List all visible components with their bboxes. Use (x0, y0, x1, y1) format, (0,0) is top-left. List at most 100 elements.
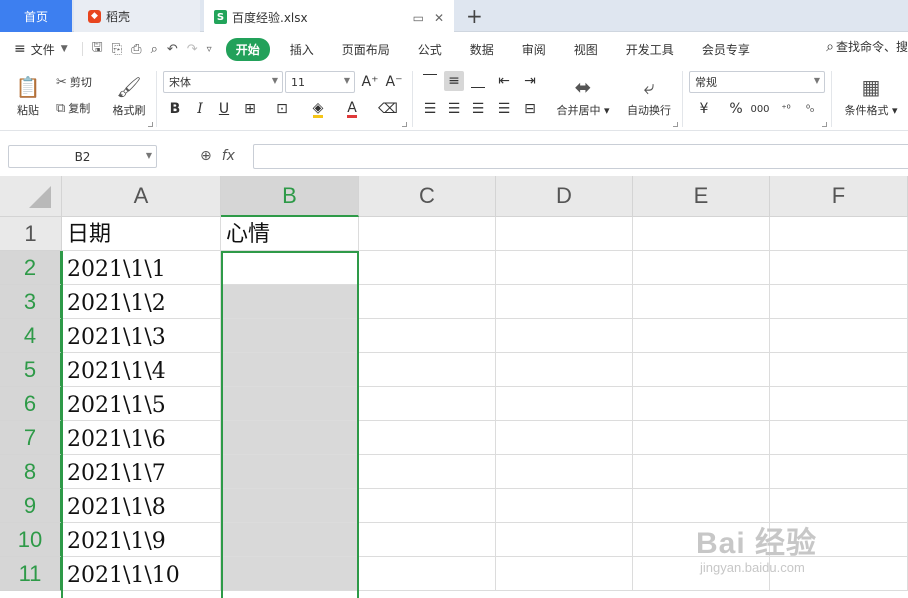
alignment-group-launcher[interactable] (673, 122, 678, 127)
cell-B7[interactable] (221, 421, 359, 455)
format-painter-button[interactable]: 🖌 格式刷 (108, 71, 150, 123)
row-header[interactable]: 9 (0, 489, 62, 523)
name-box[interactable]: B2 ▼ (8, 145, 157, 168)
cell-C4[interactable] (359, 319, 496, 353)
currency-icon[interactable]: ¥ (694, 99, 714, 119)
font-group-launcher[interactable] (402, 122, 407, 127)
row-header[interactable]: 8 (0, 455, 62, 489)
tab-data[interactable]: 数据 (456, 41, 508, 58)
cell-B2[interactable] (221, 251, 359, 285)
row-header[interactable]: 5 (0, 353, 62, 387)
tab-review[interactable]: 审阅 (508, 41, 560, 58)
font-name-select[interactable]: 宋体 ▼ (163, 71, 283, 93)
column-header[interactable]: C (359, 176, 496, 217)
align-middle-icon[interactable]: ≡ (444, 71, 464, 91)
cell-A4[interactable]: 2021\1\3 (62, 319, 221, 353)
cell-D6[interactable] (496, 387, 633, 421)
merge-style-icon[interactable]: ⊡ (272, 99, 292, 119)
cell-D3[interactable] (496, 285, 633, 319)
cell-B10[interactable] (221, 523, 359, 557)
cell-E4[interactable] (633, 319, 770, 353)
merge-center-button[interactable]: ⬌ 合并居中 ▾ (550, 71, 616, 123)
row-header[interactable]: 10 (0, 523, 62, 557)
cell-B8[interactable] (221, 455, 359, 489)
distributed-icon[interactable]: ⊟ (520, 99, 540, 119)
select-all-corner[interactable] (0, 176, 62, 217)
clipboard-group-launcher[interactable] (148, 122, 153, 127)
cell-C3[interactable] (359, 285, 496, 319)
number-group-launcher[interactable] (822, 122, 827, 127)
column-header[interactable]: A (62, 176, 221, 217)
tab-home[interactable]: 首页 (0, 0, 72, 32)
cell-E2[interactable] (633, 251, 770, 285)
column-header[interactable]: F (770, 176, 908, 217)
cell-A9[interactable]: 2021\1\8 (62, 489, 221, 523)
row-header[interactable]: 4 (0, 319, 62, 353)
cell-C11[interactable] (359, 557, 496, 591)
cell-F5[interactable] (770, 353, 908, 387)
cell-D11[interactable] (496, 557, 633, 591)
export-icon[interactable]: ⎘ (112, 42, 122, 57)
cell-F6[interactable] (770, 387, 908, 421)
cell-C5[interactable] (359, 353, 496, 387)
indent-decrease-icon[interactable]: ⇤ (494, 71, 514, 91)
cell-C6[interactable] (359, 387, 496, 421)
border-icon[interactable]: ⊞ (240, 99, 260, 119)
decrease-font-icon[interactable]: A⁻ (384, 72, 404, 92)
copy-button[interactable]: ⧉ 复制 (56, 99, 90, 117)
cell-A3[interactable]: 2021\1\2 (62, 285, 221, 319)
save-icon[interactable]: 🖫 (92, 38, 103, 60)
cell-F8[interactable] (770, 455, 908, 489)
align-top-icon[interactable]: ⎺ (420, 71, 440, 91)
align-bottom-icon[interactable]: ⎽ (468, 71, 488, 91)
align-center-icon[interactable]: ☰ (444, 99, 464, 119)
row-header[interactable]: 7 (0, 421, 62, 455)
cell-B5[interactable] (221, 353, 359, 387)
close-icon[interactable]: ✕ (434, 11, 444, 25)
cell-B3[interactable] (221, 285, 359, 319)
eraser-icon[interactable]: ⌫ (378, 99, 398, 119)
font-color-icon[interactable]: A (342, 99, 362, 119)
cell-F7[interactable] (770, 421, 908, 455)
cell-D10[interactable] (496, 523, 633, 557)
tab-formula[interactable]: 公式 (404, 41, 456, 58)
print-icon[interactable]: ⎙ (131, 42, 141, 57)
cell-B6[interactable] (221, 387, 359, 421)
column-header[interactable]: B (221, 176, 359, 217)
cell-B11[interactable] (221, 557, 359, 591)
column-header[interactable]: D (496, 176, 633, 217)
zoom-icon[interactable]: ⊕ (200, 148, 212, 164)
function-icon[interactable]: fx (222, 148, 235, 164)
cell-B1[interactable]: 心情 (221, 217, 359, 251)
cell-D8[interactable] (496, 455, 633, 489)
cell-E6[interactable] (633, 387, 770, 421)
row-header[interactable]: 2 (0, 251, 62, 285)
indent-increase-icon[interactable]: ⇥ (520, 71, 540, 91)
row-header[interactable]: 1 (0, 217, 62, 251)
cell-C1[interactable] (359, 217, 496, 251)
more-icon[interactable]: ▿ (207, 44, 212, 55)
cell-D4[interactable] (496, 319, 633, 353)
tab-file[interactable]: S 百度经验.xlsx ▭ ✕ (204, 0, 454, 32)
cell-C8[interactable] (359, 455, 496, 489)
increase-decimal-icon[interactable]: ⁺⁰ (776, 99, 796, 119)
row-header[interactable]: 6 (0, 387, 62, 421)
tab-start[interactable]: 开始 (225, 37, 270, 61)
tab-member[interactable]: 会员专享 (688, 41, 764, 58)
cell-C10[interactable] (359, 523, 496, 557)
column-header[interactable]: E (633, 176, 770, 217)
cell-D2[interactable] (496, 251, 633, 285)
increase-font-icon[interactable]: A⁺ (360, 72, 380, 92)
cell-A1[interactable]: 日期 (62, 217, 221, 251)
cell-D9[interactable] (496, 489, 633, 523)
bold-icon[interactable]: B (165, 99, 185, 119)
file-menu-button[interactable]: ≡ 文件 ▼ (0, 41, 68, 58)
align-right-icon[interactable]: ☰ (468, 99, 488, 119)
fill-color-icon[interactable]: ◈ (308, 99, 328, 119)
cell-F3[interactable] (770, 285, 908, 319)
cut-button[interactable]: ✂ 剪切 (56, 73, 92, 91)
cell-A6[interactable]: 2021\1\5 (62, 387, 221, 421)
redo-icon[interactable]: ↷ (187, 42, 198, 57)
align-left-icon[interactable]: ☰ (420, 99, 440, 119)
cell-C2[interactable] (359, 251, 496, 285)
